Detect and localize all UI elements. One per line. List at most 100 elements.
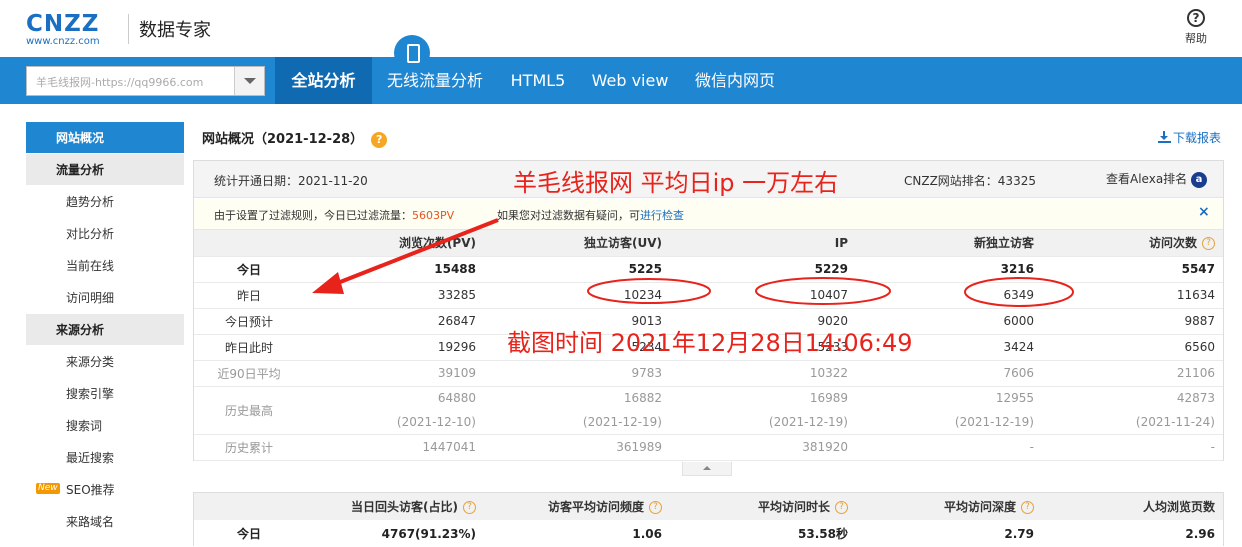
- table-cell: 16989: [809, 391, 848, 406]
- question-icon[interactable]: ?: [1202, 237, 1215, 251]
- new-badge: New: [36, 483, 60, 494]
- table-header-ip: IP: [670, 230, 856, 257]
- table-cell-date: (2021-11-24): [1042, 410, 1223, 435]
- sidebar-section-traffic[interactable]: 流量分析: [26, 154, 184, 186]
- question-icon[interactable]: ?: [371, 131, 388, 148]
- sidebar-item-referrer-domains[interactable]: 来路域名: [26, 506, 184, 538]
- table-cell: 5229: [670, 256, 856, 283]
- table-cell: 7606: [856, 360, 1042, 387]
- question-icon[interactable]: ?: [835, 501, 848, 514]
- filter-question: 如果您对过滤数据有疑问，可进行检查: [497, 207, 684, 223]
- product-name: 数据专家: [139, 20, 211, 41]
- sidebar-item-search-engine[interactable]: 搜索引擎: [26, 378, 184, 410]
- cnzz-logo[interactable]: CNZZ www.cnzz.com: [26, 12, 100, 47]
- table-header-pv: 浏览次数(PV): [304, 230, 484, 257]
- tab-wireless-traffic[interactable]: 无线流量分析: [376, 57, 494, 104]
- table-cell: 1447041: [304, 434, 484, 461]
- alexa-rank-link[interactable]: 查看Alexa排名 a: [1106, 170, 1207, 188]
- table-row: (2021-12-10) (2021-12-19) (2021-12-19) (…: [194, 410, 1223, 435]
- header-visits-label: 访问次数: [1148, 236, 1197, 251]
- help-button[interactable]: ? 帮助: [1180, 9, 1212, 46]
- header-label: 访客平均访问频度: [547, 500, 644, 514]
- table-row: 昨日 33285 10234 10407 6349 11634: [194, 282, 1223, 309]
- table-cell: 3216: [856, 256, 1042, 283]
- question-icon[interactable]: ?: [463, 501, 476, 514]
- overview-panel: 统计开通日期：2021-11-20 CNZZ网站排名：43325 查看Alexa…: [193, 160, 1224, 461]
- sidebar-item-online[interactable]: 当前在线: [26, 250, 184, 282]
- table-header-frequency: 访客平均访问频度?: [484, 493, 670, 520]
- table-row: 今日 15488 5225 5229 3216 5547: [194, 256, 1223, 283]
- tab-html5[interactable]: HTML5: [500, 57, 576, 104]
- row-label: 近90日平均: [194, 360, 304, 387]
- logo-divider: [128, 14, 129, 44]
- download-label: 下载报表: [1173, 131, 1222, 145]
- question-icon[interactable]: ?: [1021, 501, 1034, 514]
- sidebar-item-overview[interactable]: 网站概况: [26, 122, 184, 154]
- table-cell: 4767(91.23%): [381, 526, 476, 541]
- open-date: 统计开通日期：2021-11-20: [214, 174, 368, 188]
- table-cell: 26847: [304, 308, 484, 335]
- visitor-quality-panel: 当日回头访客(占比)? 访客平均访问频度? 平均访问时长? 平均访问深度? 人均…: [193, 492, 1224, 546]
- table-header-pages-per-user: 人均浏览页数: [1042, 493, 1223, 520]
- check-link[interactable]: 进行检查: [640, 209, 684, 222]
- annotation-timestamp: 截图时间 2021年12月28日14:06:49: [507, 329, 913, 357]
- table-header-new-visitors: 新独立访客: [856, 230, 1042, 257]
- table-header-row: 浏览次数(PV) 独立访客(UV) IP 新独立访客 访问次数?: [194, 230, 1223, 257]
- table-cell: 6560: [1042, 334, 1223, 361]
- filter-notice: 由于设置了过滤规则，今日已过滤流量：5603PV 如果您对过滤数据有疑问，可进行…: [194, 199, 1223, 230]
- tab-site-analysis[interactable]: 全站分析: [275, 57, 372, 104]
- tab-wechat-pages[interactable]: 微信内网页: [684, 57, 786, 104]
- logo-url: www.cnzz.com: [26, 36, 100, 47]
- close-icon[interactable]: ×: [1198, 204, 1210, 220]
- table-cell: 19296: [304, 334, 484, 361]
- logo-text: CNZZ: [26, 11, 100, 37]
- sidebar-item-seo[interactable]: New SEO推荐: [26, 474, 184, 506]
- table-row: 历史累计 1447041 361989 381920 - -: [194, 434, 1223, 461]
- sidebar-item-trend[interactable]: 趋势分析: [26, 186, 184, 218]
- row-label: 今日: [236, 527, 261, 541]
- table-cell: 381920: [670, 434, 856, 461]
- table-header: [194, 493, 304, 520]
- question-icon[interactable]: ?: [649, 501, 662, 514]
- table-header-depth: 平均访问深度?: [856, 493, 1042, 520]
- table-cell: 5225: [484, 256, 670, 283]
- visitor-quality-table: 当日回头访客(占比)? 访客平均访问频度? 平均访问时长? 平均访问深度? 人均…: [194, 493, 1223, 547]
- page-title: 网站概况（2021-12-28）?: [202, 128, 388, 148]
- tab-webview[interactable]: Web view: [584, 57, 676, 104]
- row-label: 昨日此时: [194, 334, 304, 361]
- table-row: 近90日平均 39109 9783 10322 7606 21106: [194, 360, 1223, 387]
- site-select-dropdown[interactable]: 羊毛线报网-https://qq9966.com: [26, 66, 265, 96]
- row-label: 历史累计: [194, 434, 304, 461]
- table-cell: 361989: [484, 434, 670, 461]
- table-header-row: 当日回头访客(占比)? 访客平均访问频度? 平均访问时长? 平均访问深度? 人均…: [194, 493, 1223, 520]
- sidebar-item-visit-detail[interactable]: 访问明细: [26, 282, 184, 314]
- row-label: 历史最高: [194, 386, 304, 435]
- table-row: 历史最高 64880 16882 16989 12955 42873: [194, 386, 1223, 435]
- table-cell: 21106: [1042, 360, 1223, 387]
- table-cell: 9887: [1042, 308, 1223, 335]
- row-label: 今日预计: [194, 308, 304, 335]
- collapse-toggle[interactable]: [682, 462, 732, 476]
- sidebar-item-search-terms[interactable]: 搜索词: [26, 410, 184, 442]
- table-cell: 9783: [484, 360, 670, 387]
- table-cell: 11634: [1042, 282, 1223, 309]
- sidebar-section-source[interactable]: 来源分析: [26, 314, 184, 346]
- annotation-title: 羊毛线报网 平均日ip 一万左右: [513, 169, 839, 197]
- table-cell: 5547: [1042, 256, 1223, 283]
- sidebar-item-recent-search[interactable]: 最近搜索: [26, 442, 184, 474]
- filtered-pv: 5603PV: [412, 209, 455, 222]
- chevron-down-icon[interactable]: [234, 67, 264, 95]
- table-header-returning: 当日回头访客(占比)?: [304, 493, 484, 520]
- table-cell: 15488: [304, 256, 484, 283]
- alexa-icon: a: [1191, 171, 1207, 188]
- download-report-link[interactable]: 下载报表: [1158, 129, 1221, 146]
- sidebar-item-compare[interactable]: 对比分析: [26, 218, 184, 250]
- row-label: 今日: [194, 256, 304, 283]
- download-icon: [1158, 131, 1171, 143]
- sidebar-item-label: SEO推荐: [66, 483, 115, 497]
- header-label: 平均访问时长: [757, 500, 830, 514]
- header-label: 平均访问深度: [943, 500, 1016, 514]
- help-label: 帮助: [1185, 32, 1207, 45]
- sidebar-item-source-category[interactable]: 来源分类: [26, 346, 184, 378]
- top-header: CNZZ www.cnzz.com 数据专家 ? 帮助: [0, 0, 1242, 57]
